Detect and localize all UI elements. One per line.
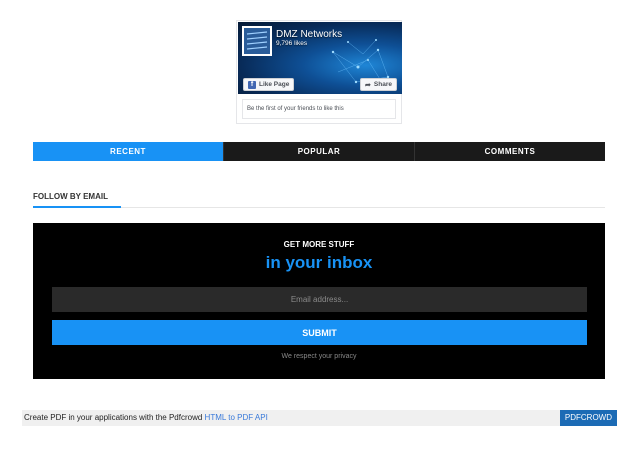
tab-comments[interactable]: COMMENTS: [414, 142, 605, 161]
pdf-footer-message: Create PDF in your applications with the…: [24, 413, 203, 422]
tab-popular[interactable]: POPULAR: [223, 142, 414, 161]
email-subscribe-box: GET MORE STUFF in your inbox SUBMIT We r…: [33, 223, 605, 379]
pdf-footer-text: Create PDF in your applications with the…: [24, 410, 268, 426]
share-label: Share: [373, 81, 392, 88]
like-page-button[interactable]: f Like Page: [243, 78, 295, 91]
share-arrow-icon: ➦: [365, 81, 371, 89]
subscribe-headline: in your inbox: [265, 253, 373, 272]
page-name-link[interactable]: DMZ Networks: [276, 29, 342, 40]
tab-recent[interactable]: RECENT: [33, 142, 223, 161]
posts-tabs: RECENT POPULAR COMMENTS: [33, 142, 605, 161]
html-to-pdf-api-link[interactable]: HTML to PDF API: [205, 413, 268, 422]
submit-button[interactable]: SUBMIT: [52, 320, 587, 345]
pdfcrowd-brand-link[interactable]: PDFCROWD: [559, 410, 617, 426]
facebook-icon: f: [248, 80, 256, 89]
facebook-cover-image[interactable]: DMZ Networks 9,796 likes f Like Page ➦ S…: [238, 22, 402, 94]
privacy-note: We respect your privacy: [281, 353, 357, 360]
share-button[interactable]: ➦ Share: [360, 78, 397, 91]
page-likes-count: 9,796 likes: [276, 40, 308, 47]
follow-by-email-title: FOLLOW BY EMAIL: [33, 192, 108, 201]
facebook-page-widget: DMZ Networks 9,796 likes f Like Page ➦ S…: [236, 20, 402, 124]
email-address-input[interactable]: [52, 287, 587, 312]
section-divider-accent: [33, 206, 121, 208]
pdf-footer-bar: Create PDF in your applications with the…: [22, 410, 617, 426]
page-avatar[interactable]: [242, 26, 272, 56]
subscribe-kicker: GET MORE STUFF: [283, 240, 355, 249]
friends-like-text: Be the first of your friends to like thi…: [242, 99, 396, 119]
like-page-label: Like Page: [259, 81, 290, 88]
